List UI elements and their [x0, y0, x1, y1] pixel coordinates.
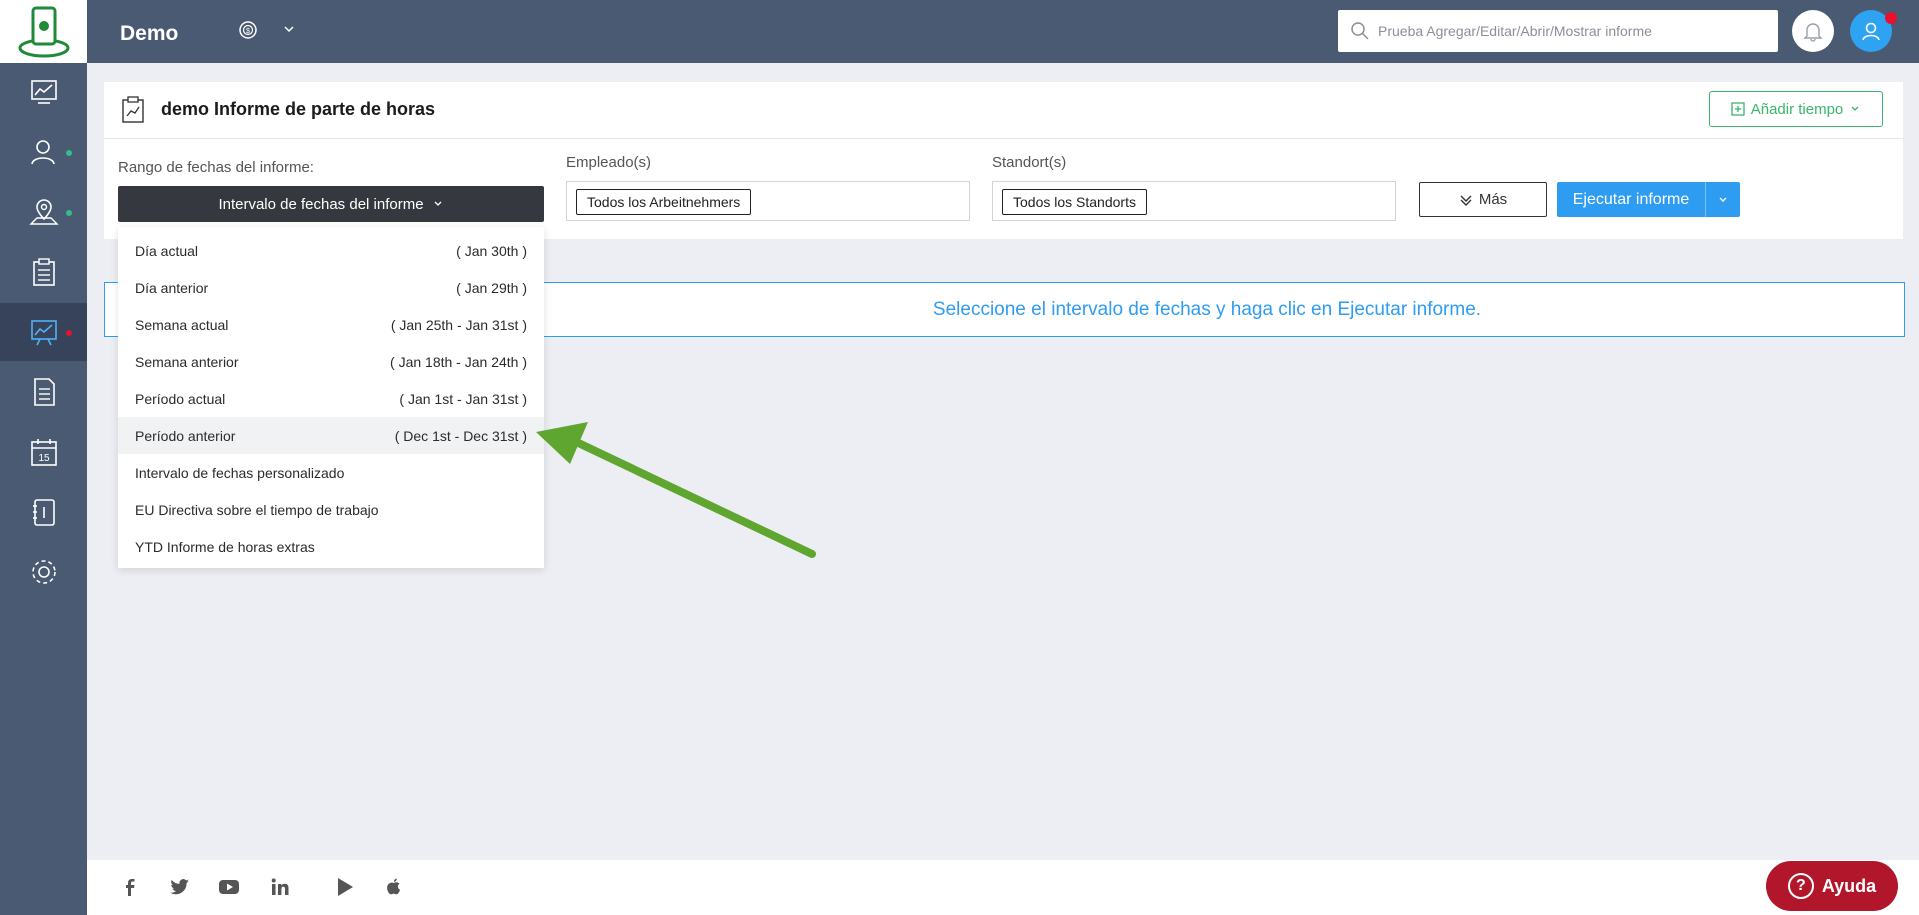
document-icon [33, 378, 55, 406]
menu-item-current-period[interactable]: Período actual ( Jan 1st - Jan 31st ) [118, 380, 544, 417]
card-header: demo Informe de parte de horas Añadir ti… [104, 82, 1903, 139]
double-chevron-down-icon [1460, 195, 1472, 206]
location-select[interactable]: Todos los Standorts [992, 181, 1396, 221]
search-box[interactable] [1338, 10, 1778, 52]
sidebar-item-users[interactable] [0, 123, 87, 181]
location-chip[interactable]: Todos los Standorts [1002, 189, 1147, 215]
menu-item-previous-period[interactable]: Período anterior ( Dec 1st - Dec 31st ) [118, 417, 544, 454]
menu-item-label: Período actual [135, 390, 226, 407]
menu-item-label: Semana actual [135, 316, 229, 333]
youtube-icon[interactable] [218, 877, 240, 897]
app-title: Demo [120, 22, 179, 45]
timesheet-clipboard-icon [32, 258, 55, 286]
calendar-icon: 15 [30, 439, 57, 466]
sidebar-item-documents[interactable] [0, 363, 87, 421]
users-status-dot [66, 150, 72, 156]
employee-label: Empleado(s) [566, 154, 652, 171]
plus-square-icon [1731, 102, 1745, 116]
apple-icon[interactable] [384, 877, 404, 897]
menu-item-previous-day[interactable]: Día anterior ( Jan 29th ) [118, 269, 544, 306]
menu-item-label: Día actual [135, 242, 199, 259]
menu-item-label: Período anterior [135, 427, 236, 444]
date-range-button-label: Intervalo de fechas del informe [218, 195, 424, 213]
search-icon [1351, 22, 1369, 40]
twitter-icon[interactable] [169, 877, 191, 897]
page-title: demo Informe de parte de horas [161, 99, 436, 119]
sidebar-item-calendar[interactable]: 15 [0, 423, 87, 481]
menu-item-range: ( Jan 18th - Jan 24th ) [390, 353, 527, 370]
sidebar-item-notebook[interactable] [0, 483, 87, 541]
reports-chart-icon [30, 320, 57, 346]
linkedin-icon[interactable] [270, 877, 290, 897]
menu-item-label: YTD Informe de horas extras [135, 538, 315, 555]
chevron-down-icon[interactable] [282, 22, 296, 36]
menu-item-range: ( Jan 25th - Jan 31st ) [390, 316, 527, 333]
more-filters-button[interactable]: Más [1419, 182, 1547, 217]
menu-item-label: EU Directiva sobre el tiempo de trabajo [135, 501, 379, 518]
help-button[interactable]: ? Ayuda [1766, 861, 1898, 911]
run-report-label: Ejecutar informe [1572, 190, 1690, 208]
add-time-label: Añadir tiempo [1750, 100, 1844, 118]
help-label: Ayuda [1821, 875, 1877, 896]
date-range-dropdown-button[interactable]: Intervalo de fechas del informe [118, 186, 544, 222]
notifications-button[interactable] [1792, 10, 1834, 52]
sidebar-item-timesheets[interactable] [0, 243, 87, 301]
range-label: Rango de fechas del informe: [118, 159, 314, 176]
menu-item-custom-range[interactable]: Intervalo de fechas personalizado [118, 454, 544, 491]
info-message: Seleccione el intervalo de fechas y haga… [932, 298, 1482, 320]
add-time-button[interactable]: Añadir tiempo [1709, 91, 1883, 127]
gear-icon [31, 560, 56, 584]
menu-item-current-day[interactable]: Día actual ( Jan 30th ) [118, 232, 544, 269]
map-location-icon [28, 199, 59, 225]
users-icon [30, 140, 55, 165]
chevron-down-icon [1719, 197, 1727, 202]
notebook-icon [32, 499, 55, 526]
chevron-down-icon [1851, 106, 1859, 111]
menu-item-label: Día anterior [135, 279, 209, 296]
menu-item-current-week[interactable]: Semana actual ( Jan 25th - Jan 31st ) [118, 306, 544, 343]
reports-status-dot [66, 330, 72, 336]
sidebar-item-reports[interactable] [0, 303, 87, 361]
menu-item-range: ( Jan 1st - Jan 31st ) [399, 390, 527, 407]
dashboard-chart-icon [30, 80, 57, 104]
menu-item-eu-directive[interactable]: EU Directiva sobre el tiempo de trabajo [118, 491, 544, 528]
footer [87, 860, 1919, 915]
logo-icon [18, 6, 69, 57]
locations-status-dot [66, 210, 72, 216]
date-range-menu: Día actual ( Jan 30th ) Día anterior ( Jan… [118, 227, 544, 568]
top-bar: Demo $ [87, 0, 1919, 63]
google-play-icon[interactable] [335, 877, 355, 897]
run-report-options-button[interactable] [1705, 182, 1740, 217]
menu-item-range: ( Jan 30th ) [456, 242, 527, 259]
menu-item-label: Intervalo de fechas personalizado [135, 464, 345, 481]
sidebar: 15 [0, 0, 87, 915]
location-label: Standort(s) [992, 154, 1067, 171]
app-logo[interactable] [0, 0, 87, 63]
svg-text:$: $ [246, 28, 250, 35]
user-notification-dot [1885, 12, 1897, 24]
menu-item-label: Semana anterior [135, 353, 239, 370]
employee-select[interactable]: Todos los Arbeitnehmers [566, 181, 970, 221]
sidebar-item-settings[interactable] [0, 543, 87, 601]
sidebar-item-dashboard[interactable] [0, 63, 87, 121]
menu-item-previous-week[interactable]: Semana anterior ( Jan 18th - Jan 24th ) [118, 343, 544, 380]
svg-text:15: 15 [38, 453, 50, 464]
menu-item-ytd-overtime[interactable]: YTD Informe de horas extras [118, 528, 544, 565]
menu-item-range: ( Jan 29th ) [456, 279, 527, 296]
run-report-button[interactable]: Ejecutar informe [1557, 182, 1705, 217]
user-icon [1862, 22, 1880, 41]
report-clipboard-icon [122, 96, 144, 123]
question-icon: ? [1787, 873, 1814, 899]
chevron-down-icon [434, 201, 442, 206]
more-filters-label: Más [1478, 191, 1508, 208]
employee-chip[interactable]: Todos los Arbeitnehmers [576, 189, 752, 215]
sidebar-item-locations[interactable] [0, 183, 87, 241]
search-input[interactable] [1378, 23, 1768, 39]
currency-globe-icon[interactable]: $ [238, 20, 258, 40]
facebook-icon[interactable] [120, 877, 140, 897]
annotation-arrow [536, 422, 816, 558]
menu-item-range: ( Dec 1st - Dec 31st ) [394, 427, 527, 444]
bell-icon [1803, 23, 1823, 42]
report-card: demo Informe de parte de horas Añadir ti… [104, 82, 1903, 239]
